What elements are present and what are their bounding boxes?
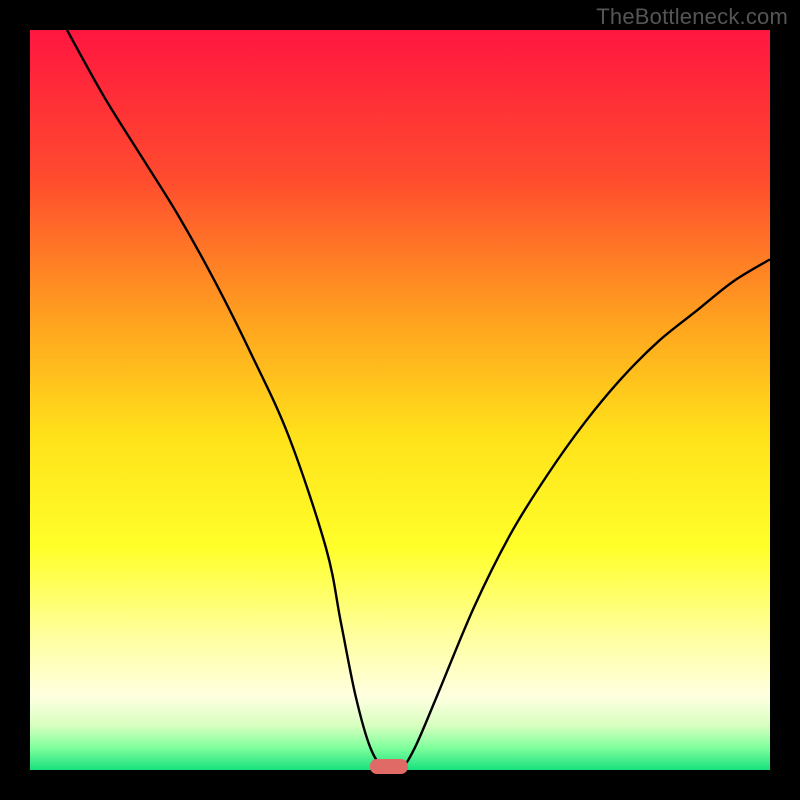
plot-background [30, 30, 770, 770]
attribution-label: TheBottleneck.com [596, 4, 788, 30]
bottleneck-chart [0, 0, 800, 800]
chart-frame: TheBottleneck.com [0, 0, 800, 800]
optimum-marker [370, 759, 408, 774]
